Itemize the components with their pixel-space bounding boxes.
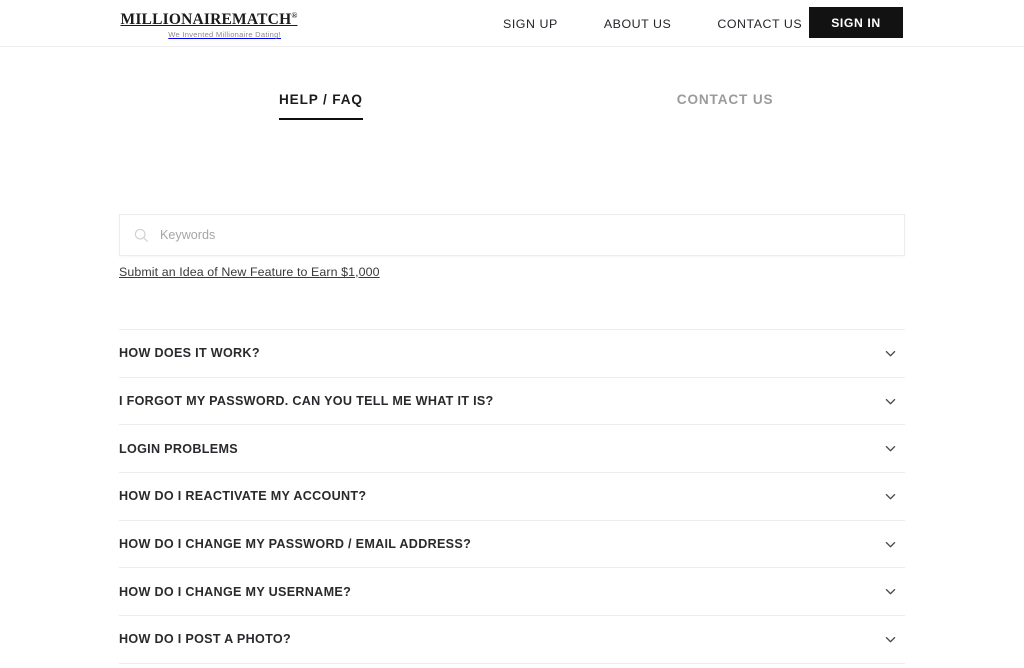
chevron-down-icon[interactable] [884,490,897,503]
faq-row[interactable]: HOW DO I CHANGE MY PASSWORD / EMAIL ADDR… [119,521,905,569]
faq-question: HOW DO I REACTIVATE MY ACCOUNT? [119,489,367,504]
submit-idea-link[interactable]: Submit an Idea of New Feature to Earn $1… [119,265,380,279]
faq-question: HOW DO I POST A PHOTO? [119,632,291,647]
nav-sign-up[interactable]: SIGN UP [480,17,581,31]
faq-row[interactable]: HOW DOES IT WORK? [119,330,905,378]
tab-contact-us[interactable]: CONTACT US [677,92,774,120]
tab-help-faq[interactable]: HELP / FAQ [279,92,363,120]
chevron-down-icon[interactable] [884,633,897,646]
main-navigation: SIGN UP ABOUT US CONTACT US [480,0,825,47]
brand-name-text: MILLIONAIREMATCH [120,11,292,29]
sign-in-button[interactable]: SIGN IN [809,7,903,38]
faq-row[interactable]: HOW LONG WILL IT TAKE FOR MY PHOTO TO AP… [119,664,905,668]
faq-row[interactable]: HOW DO I CHANGE MY USERNAME? [119,568,905,617]
site-logo[interactable]: MILLIONAIREMATCH® We Invented Millionair… [119,7,299,40]
faq-question: HOW DO I CHANGE MY PASSWORD / EMAIL ADDR… [119,537,472,552]
faq-row[interactable]: I FORGOT MY PASSWORD. CAN YOU TELL ME WH… [119,378,905,426]
search-input[interactable] [160,228,890,242]
chevron-down-icon[interactable] [884,347,897,360]
brand-name: MILLIONAIREMATCH® [119,7,299,28]
faq-question: HOW DOES IT WORK? [119,346,260,361]
faq-question: I FORGOT MY PASSWORD. CAN YOU TELL ME WH… [119,394,494,409]
faq-question: HOW DO I CHANGE MY USERNAME? [119,584,352,599]
faq-row[interactable]: HOW DO I REACTIVATE MY ACCOUNT? [119,473,905,521]
brand-tagline: We Invented Millionaire Dating! [168,30,281,40]
registered-mark: ® [291,11,298,20]
chevron-down-icon[interactable] [884,585,897,598]
faq-row[interactable]: HOW DO I POST A PHOTO? [119,616,905,664]
chevron-down-icon[interactable] [884,538,897,551]
site-header: MILLIONAIREMATCH® We Invented Millionair… [0,0,1024,47]
nav-about-us[interactable]: ABOUT US [581,17,695,31]
search-icon [134,228,149,243]
chevron-down-icon[interactable] [884,442,897,455]
chevron-down-icon[interactable] [884,395,897,408]
nav-contact-us[interactable]: CONTACT US [694,17,825,31]
faq-question: LOGIN PROBLEMS [119,441,238,456]
tab-bar: HELP / FAQ CONTACT US [119,92,905,120]
faq-row[interactable]: LOGIN PROBLEMS [119,425,905,474]
page-body: HELP / FAQ CONTACT US Submit an Idea of … [0,47,1024,668]
faq-list: HOW DOES IT WORK? I FORGOT MY PASSWORD. … [119,329,905,668]
search-bar[interactable] [119,214,905,256]
